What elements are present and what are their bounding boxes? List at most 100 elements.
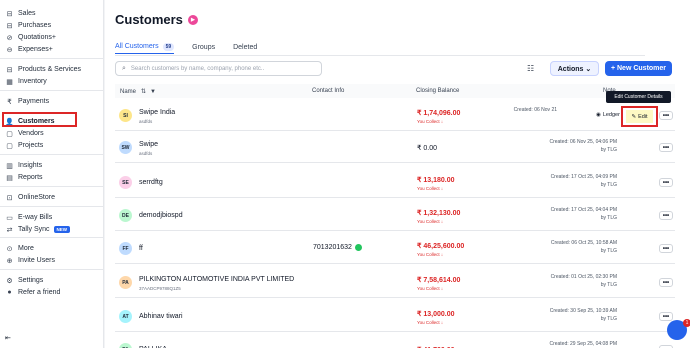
expenses-icon: ⊖ [6, 46, 13, 54]
payments-icon: ₹ [7, 98, 12, 106]
sidebar-item-label: Refer a friend [18, 289, 61, 296]
sidebar-item-invite-users[interactable]: ⊕ Invite Users [5, 255, 55, 266]
sidebar: ⊟ Sales ⊟ Purchases ⊘ Quotations+ ⊖ Expenses+ ⊟ P… [0, 0, 104, 348]
table-row[interactable]: AT Abhinav tiwari ₹ 13,000.00 You Collect ↓… [115, 300, 675, 332]
created-timestamp: Created: 01 Oct 25, 02:30 PM [550, 274, 617, 280]
inventory-icon: ▦ [6, 78, 13, 86]
sidebar-item-insights[interactable]: ▥ Insights [5, 160, 42, 171]
whatsapp-icon[interactable] [354, 244, 362, 251]
sidebar-item-e-way-bills[interactable]: ▭ E-way Bills [5, 212, 52, 223]
more-options-button[interactable]: ••• [659, 111, 673, 120]
customer-name[interactable]: PILKINGTON AUTOMOTIVE INDIA PVT LIMITED [139, 276, 294, 283]
customer-name[interactable]: Swipe India [139, 109, 175, 116]
customer-name[interactable]: Swipe [139, 141, 158, 148]
created-timestamp: Created: 29 Sep 25, 04:08 PM [549, 341, 617, 347]
closing-balance: ₹ 13,000.00 [417, 311, 455, 318]
tab-all-customers[interactable]: All Customers 59 [115, 40, 175, 54]
sidebar-item-expenses[interactable]: ⊖ Expenses+ [5, 44, 53, 55]
filter-settings-icon[interactable]: ☷ [527, 64, 534, 73]
customer-name[interactable]: ff [139, 245, 143, 252]
table-row[interactable]: FF ff 7013201632 ₹ 46,25,600.00 You Collect … [115, 232, 675, 264]
divider [115, 55, 645, 56]
tooltip: Edit Customer Details [606, 91, 671, 103]
gift-icon: ● [7, 289, 12, 296]
settings-icon: ⚙ [6, 277, 13, 285]
created-by: by TLG [600, 215, 617, 221]
collect-label: You Collect ↓ [417, 119, 444, 124]
vendors-icon: ▢ [6, 130, 13, 138]
sidebar-item-quotations[interactable]: ⊘ Quotations+ [5, 32, 56, 43]
closing-balance: ₹ 1,74,096.00 [417, 110, 461, 117]
more-options-button[interactable]: ••• [659, 178, 673, 187]
customer-subtext: 37AADCP9788Q1Z5 [139, 286, 181, 291]
sidebar-item-label: Settings [18, 277, 44, 284]
table-row[interactable]: PA PILKINGTON AUTOMOTIVE INDIA PVT LIMITE… [115, 266, 675, 298]
avatar: AT [119, 310, 132, 323]
more-options-button[interactable]: ••• [659, 278, 673, 287]
sidebar-item-vendors[interactable]: ▢ Vendors [5, 128, 44, 139]
sidebar-item-tally-sync[interactable]: ⇄ Tally Sync NEW [5, 224, 71, 235]
closing-balance: ₹ 46,25,600.00 [417, 243, 465, 250]
sidebar-item-settings[interactable]: ⚙ Settings [5, 275, 43, 286]
sidebar-item-label: Projects [18, 142, 44, 149]
more-options-button[interactable]: ••• [659, 143, 673, 152]
table-row[interactable]: DE demodjbiospd ₹ 1,32,130.00 You Collect ↓… [115, 199, 675, 231]
ledger-button[interactable]: ◉ Ledger [596, 112, 620, 118]
table-row[interactable]: SI Swipe India asdfds ₹ 1,74,096.00 You Coll… [115, 99, 675, 131]
customer-subtext: asdfds [139, 119, 153, 124]
more-options-button[interactable]: ••• [659, 312, 673, 321]
customer-name[interactable]: demodjbiospd [139, 212, 183, 219]
sort-icon[interactable]: ⇅ [141, 88, 146, 95]
table-row[interactable]: SW Swipe asdfds ₹ 0.00 Created: 06 Nov 25, 0… [115, 131, 675, 163]
contact-info: 7013201632 [313, 244, 362, 251]
table-row[interactable]: SE serrdftg ₹ 13,180.00 You Collect ↓ Create… [115, 166, 675, 198]
customer-name[interactable]: Abhinav tiwari [139, 313, 183, 320]
table-row[interactable]: PAPALLIKA₹ 41,700.00Created: 29 Sep 25, … [115, 333, 675, 348]
sidebar-item-reports[interactable]: ▤ Reports [5, 172, 42, 183]
search-input[interactable]: ⌕ Search customers by name, company, pho… [115, 61, 322, 76]
tab-deleted[interactable]: Deleted [233, 40, 257, 54]
collect-label: You Collect ↓ [417, 320, 444, 325]
new-customer-button[interactable]: + New Customer [605, 61, 672, 76]
avatar: SW [119, 141, 132, 154]
created-timestamp: Created: 30 Sep 25, 10:39 AM [549, 308, 617, 314]
store-icon: ⊡ [6, 194, 13, 202]
collapse-sidebar-icon[interactable]: ⇤ [5, 332, 11, 343]
sidebar-item-payments[interactable]: ₹ Payments [5, 96, 49, 107]
column-name[interactable]: Name ⇅ ▼ [120, 88, 156, 96]
divider [0, 269, 104, 270]
actions-button[interactable]: Actions ⌄ [550, 61, 599, 76]
collect-label: You Collect ↓ [417, 219, 444, 224]
tabs: All Customers 59 Groups Deleted [115, 40, 275, 54]
column-contact: Contact Info [312, 88, 345, 94]
sidebar-item-label: Purchases [18, 22, 52, 29]
sidebar-item-products-services[interactable]: ⊟ Products & Services [5, 64, 81, 75]
sidebar-item-sales[interactable]: ⊟ Sales [5, 8, 36, 19]
divider [0, 90, 104, 91]
more-options-button[interactable]: ••• [659, 244, 673, 253]
customer-name[interactable]: serrdftg [139, 179, 163, 186]
sidebar-item-purchases[interactable]: ⊟ Purchases [5, 20, 52, 31]
sidebar-item-projects[interactable]: ▢ Projects [5, 140, 43, 151]
sidebar-item-label: Quotations+ [18, 34, 56, 41]
closing-balance: ₹ 1,32,130.00 [417, 210, 461, 217]
sidebar-item-label: E-way Bills [18, 214, 53, 221]
avatar: PA [119, 343, 132, 348]
divider [0, 58, 104, 59]
ledger-label: Ledger [602, 112, 620, 118]
more-options-button[interactable]: ••• [659, 211, 673, 220]
sidebar-item-refer-a-friend[interactable]: ● Refer a friend [5, 287, 60, 298]
new-badge: NEW [53, 226, 71, 233]
quotations-icon: ⊘ [6, 34, 13, 42]
phone-number: 7013201632 [313, 244, 352, 251]
tab-groups[interactable]: Groups [192, 40, 215, 54]
sidebar-item-label: Tally Sync [18, 226, 50, 233]
sidebar-item-inventory[interactable]: ▦ Inventory [5, 76, 47, 87]
sidebar-item-label: Sales [18, 10, 36, 17]
play-icon[interactable]: ▶ [187, 14, 198, 25]
column-balance: Closing Balance [416, 88, 460, 94]
filter-icon[interactable]: ▼ [150, 89, 156, 95]
collect-label: You Collect ↓ [417, 286, 444, 291]
sidebar-item-more[interactable]: ⊙ More [5, 243, 34, 254]
sidebar-item-onlinestore[interactable]: ⊡ OnlineStore [5, 192, 55, 203]
